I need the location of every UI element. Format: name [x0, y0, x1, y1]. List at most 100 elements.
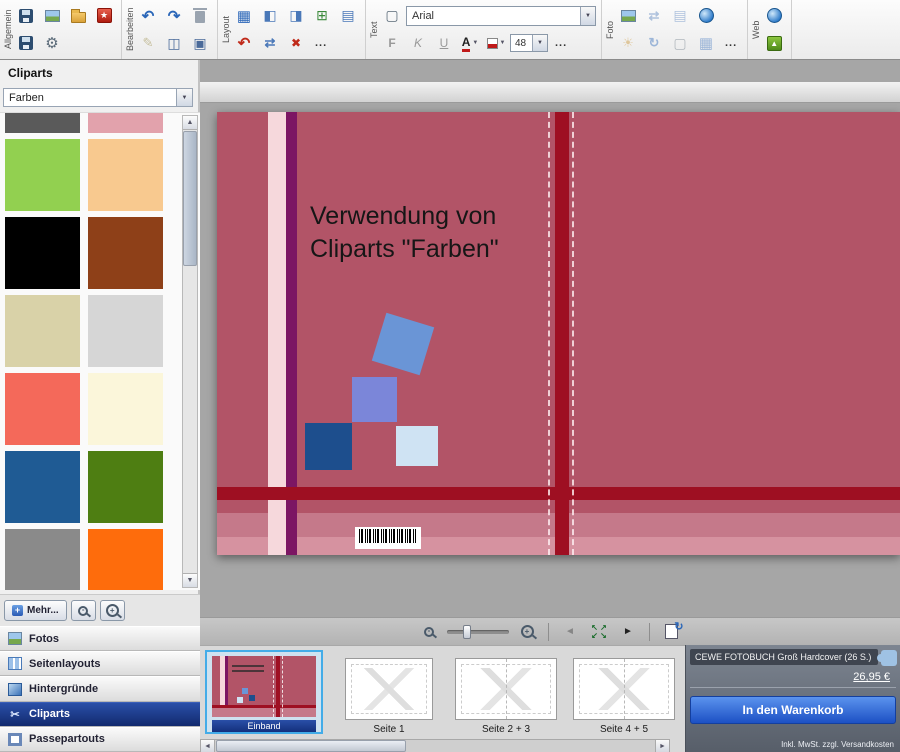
swatch-zoom-out-button[interactable]: [71, 600, 96, 621]
new-photobook-button[interactable]: [40, 4, 64, 28]
italic-button[interactable]: K: [406, 31, 430, 55]
book-cover-page[interactable]: Verwendung von Cliparts "Farben": [217, 112, 900, 555]
add-to-cart-button[interactable]: In den Warenkorb: [690, 696, 896, 724]
fill-color-button[interactable]: [484, 31, 508, 55]
scrollbar-thumb[interactable]: [183, 131, 197, 266]
page-thumbnail-seite-1[interactable]: Seite 1: [345, 658, 433, 738]
layout-grid-button[interactable]: [232, 4, 256, 28]
swap-photos-button[interactable]: [642, 4, 666, 28]
more-dots-label: ...: [315, 37, 327, 49]
text-more-button[interactable]: ...: [550, 31, 572, 55]
swatch-scrollbar[interactable]: [182, 115, 198, 588]
more-cliparts-button[interactable]: Mehr...: [4, 600, 67, 621]
cover-title-textbox[interactable]: Verwendung von Cliparts "Farben": [310, 200, 499, 266]
redo-button[interactable]: [162, 4, 186, 28]
clipart-color-swatch[interactable]: [5, 112, 80, 133]
clipart-color-swatch[interactable]: [5, 139, 80, 211]
fit-view-button[interactable]: [588, 622, 610, 642]
underline-button[interactable]: U: [432, 31, 456, 55]
scroll-left-button[interactable]: [201, 740, 215, 752]
web-globe-button[interactable]: [762, 4, 786, 28]
sidebar-item-passepartouts[interactable]: Passepartouts: [0, 727, 200, 752]
zoom-out-button[interactable]: [418, 622, 440, 642]
clipart-color-swatch[interactable]: [88, 139, 163, 211]
clipart-color-swatch[interactable]: [88, 295, 163, 367]
clipart-color-swatch[interactable]: [5, 295, 80, 367]
price-link[interactable]: 26,95 €: [690, 671, 890, 683]
add-pages-button[interactable]: [310, 4, 334, 28]
rotate-view-button[interactable]: [660, 622, 682, 642]
reset-layout-icon: [238, 34, 251, 52]
insert-page-left-button[interactable]: [258, 4, 282, 28]
scroll-up-button[interactable]: [183, 116, 197, 130]
save-button[interactable]: [14, 4, 38, 28]
photo-frame-button[interactable]: [668, 31, 692, 55]
clipart-square-slate[interactable]: [352, 377, 397, 422]
toolbar-group-bearbeiten: Bearbeiten: [122, 0, 218, 59]
insert-photo-button[interactable]: [616, 4, 640, 28]
clipart-color-swatch[interactable]: [5, 217, 80, 289]
layout-more-button[interactable]: ...: [310, 31, 332, 55]
toolbar-group-foto: Foto ...: [602, 0, 748, 59]
scroll-down-button[interactable]: [183, 573, 197, 587]
sidebar-item-hintergruende[interactable]: Hintergründe: [0, 676, 200, 701]
page-template-button[interactable]: [336, 4, 360, 28]
sidebar-item-fotos[interactable]: Fotos: [0, 626, 200, 651]
order-button[interactable]: [92, 4, 116, 28]
clipart-color-swatch[interactable]: [88, 451, 163, 523]
save-as-button[interactable]: [14, 31, 38, 55]
enhance-photo-button[interactable]: [616, 31, 640, 55]
paste-button[interactable]: [188, 31, 212, 55]
zoom-in-button[interactable]: [516, 622, 538, 642]
scroll-right-button[interactable]: [655, 740, 669, 752]
clipart-color-swatch[interactable]: [88, 373, 163, 445]
clipart-square-blue-rotated[interactable]: [372, 313, 434, 375]
undo-button[interactable]: [136, 4, 160, 28]
photo-grid-button[interactable]: [668, 4, 692, 28]
clipart-color-swatch[interactable]: [5, 529, 80, 590]
page-fold-line: [624, 659, 625, 719]
insert-textbox-button[interactable]: [380, 4, 404, 28]
delete-pages-button[interactable]: [284, 31, 308, 55]
foto-more-button[interactable]: ...: [720, 31, 742, 55]
editor-canvas[interactable]: Verwendung von Cliparts "Farben": [200, 60, 900, 617]
edit-style-button[interactable]: [136, 31, 160, 55]
clipart-color-swatch[interactable]: [88, 112, 163, 133]
open-photobook-button[interactable]: [66, 4, 90, 28]
page-thumbnail-seite-2-3[interactable]: Seite 2 + 3: [455, 658, 557, 738]
delete-button[interactable]: [188, 4, 212, 28]
clipart-color-swatch[interactable]: [88, 529, 163, 590]
scrollbar-thumb[interactable]: [216, 740, 406, 752]
clipart-square-lightblue[interactable]: [396, 426, 438, 466]
clipart-color-swatch[interactable]: [5, 373, 80, 445]
settings-button[interactable]: [40, 31, 64, 55]
sun-icon: [622, 35, 634, 51]
page-thumbnail-seite-4-5[interactable]: Seite 4 + 5: [573, 658, 675, 738]
next-page-button[interactable]: [617, 622, 639, 642]
clipart-color-swatch[interactable]: [88, 217, 163, 289]
sidebar-item-seitenlayouts[interactable]: Seitenlayouts: [0, 651, 200, 676]
clipart-square-navy[interactable]: [305, 423, 352, 470]
font-color-button[interactable]: A: [458, 31, 482, 55]
bold-button[interactable]: F: [380, 31, 404, 55]
move-pages-button[interactable]: [258, 31, 282, 55]
preview-title-text: [232, 665, 264, 674]
prev-page-button[interactable]: [559, 622, 581, 642]
clipart-color-swatch[interactable]: [5, 451, 80, 523]
page-thumbnail-einband[interactable]: Einband: [205, 650, 323, 734]
photo-border-button[interactable]: [694, 31, 718, 55]
zoom-slider[interactable]: [447, 630, 509, 634]
photo-map-button[interactable]: [694, 4, 718, 28]
copy-button[interactable]: [162, 31, 186, 55]
insert-page-right-button[interactable]: [284, 4, 308, 28]
clipart-category-select[interactable]: Farben: [3, 88, 193, 107]
thumbnail-scrollbar[interactable]: [200, 739, 670, 752]
swatch-zoom-in-button[interactable]: [100, 600, 125, 621]
font-family-select[interactable]: Arial: [406, 6, 596, 26]
sidebar-item-cliparts[interactable]: Cliparts: [0, 702, 200, 727]
zoom-slider-thumb[interactable]: [463, 625, 471, 639]
reset-layout-button[interactable]: [232, 31, 256, 55]
web-upload-button[interactable]: [762, 31, 786, 55]
rotate-photo-button[interactable]: [642, 31, 666, 55]
font-size-select[interactable]: 48: [510, 34, 548, 52]
